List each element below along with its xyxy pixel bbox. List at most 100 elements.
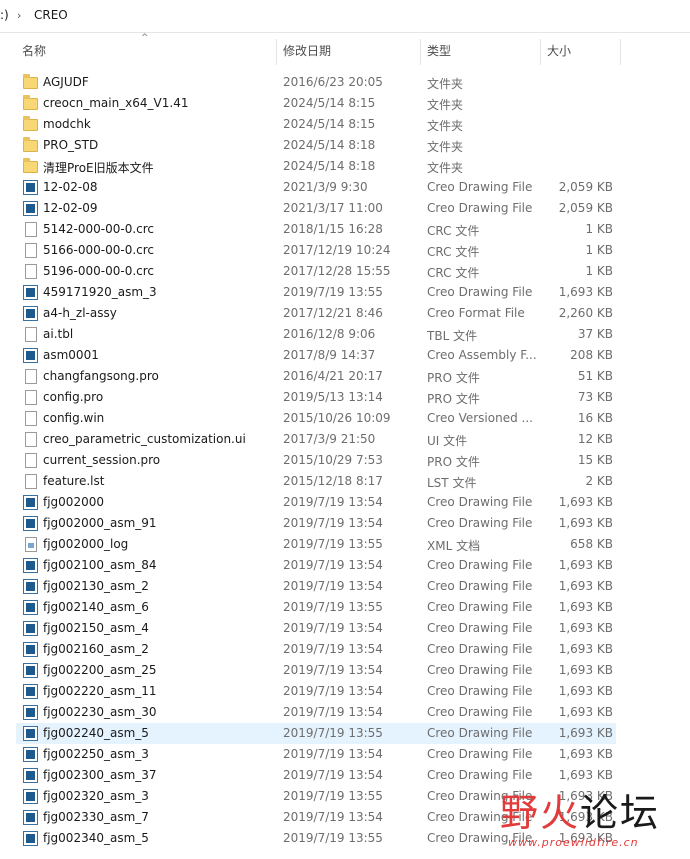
file-row[interactable]: fjg002250_asm_3 2019/7/19 13:54 Creo Drawi… [16,744,616,765]
file-type: 文件夹 [427,77,464,91]
file-row[interactable]: modchk 2024/5/14 8:15 文件夹 [16,114,616,135]
file-size: 1 KB [585,264,613,278]
file-size: 1,693 KB [558,747,613,761]
column-header-type[interactable]: 类型 [421,33,540,69]
file-row[interactable]: creocn_main_x64_V1.41 2024/5/14 8:15 文件夹 [16,93,616,114]
file-modified-date: 2016/6/23 20:05 [283,75,383,89]
file-row[interactable]: asm0001 2017/8/9 14:37 Creo Assembly F... 2… [16,345,616,366]
file-row[interactable]: fjg002200_asm_25 2019/7/19 13:54 Creo Draw… [16,660,616,681]
folder-icon [23,95,38,110]
column-divider[interactable] [620,39,621,65]
file-name: fjg002000 [43,495,104,509]
file-modified-date: 2021/3/9 9:30 [283,180,368,194]
file-row[interactable]: 清理ProE旧版本文件 2024/5/14 8:18 文件夹 [16,156,616,177]
file-modified-date: 2015/12/18 8:17 [283,474,383,488]
file-name: fjg002340_asm_5 [43,831,149,845]
file-size: 1,693 KB [558,516,613,530]
file-row[interactable]: 5166-000-00-0.crc 2017/12/19 10:24 CRC 文件 1… [16,240,616,261]
file-row[interactable]: fjg002100_asm_84 2019/7/19 13:54 Creo Draw… [16,555,616,576]
watermark-brand-dark: 论坛 [580,791,661,835]
xml-icon [25,537,37,552]
file-row[interactable]: feature.lst 2015/12/18 8:17 LST 文件 2 KB [16,471,616,492]
file-modified-date: 2019/7/19 13:54 [283,495,383,509]
file-modified-date: 2017/3/9 21:50 [283,432,376,446]
column-header-date[interactable]: 修改日期 [277,33,420,69]
file-row[interactable]: 12-02-09 2021/3/17 11:00 Creo Drawing File… [16,198,616,219]
file-row[interactable]: fjg002150_asm_4 2019/7/19 13:54 Creo Drawi… [16,618,616,639]
file-row[interactable]: config.win 2015/10/26 10:09 Creo Versioned… [16,408,616,429]
file-row[interactable]: 459171920_asm_3 2019/7/19 13:55 Creo Drawi… [16,282,616,303]
file-name: fjg002140_asm_6 [43,600,149,614]
file-name: a4-h_zl-assy [43,306,117,320]
file-modified-date: 2019/7/19 13:54 [283,621,383,635]
file-size: 1,693 KB [558,285,613,299]
file-name: 12-02-08 [43,180,98,194]
drawing-icon [23,579,38,594]
column-header-size[interactable]: 大小 [541,33,620,69]
file-row[interactable]: fjg002160_asm_2 2019/7/19 13:54 Creo Drawi… [16,639,616,660]
file-modified-date: 2019/7/19 13:55 [283,789,383,803]
file-name: 459171920_asm_3 [43,285,157,299]
file-row[interactable]: fjg002000_asm_91 2019/7/19 13:54 Creo Draw… [16,513,616,534]
column-header-row: 名称 修改日期 类型 大小 [0,33,690,69]
file-modified-date: 2016/12/8 9:06 [283,327,376,341]
document-icon [25,369,37,384]
drawing-icon [23,621,38,636]
file-row[interactable]: fjg002240_asm_5 2019/7/19 13:55 Creo Drawi… [16,723,616,744]
breadcrumb-root[interactable]: :) [0,8,9,22]
file-modified-date: 2015/10/29 7:53 [283,453,383,467]
file-row[interactable]: fjg002000 2019/7/19 13:54 Creo Drawing Fil… [16,492,616,513]
file-row[interactable]: config.pro 2019/5/13 13:14 PRO 文件 73 KB [16,387,616,408]
file-row[interactable]: fjg002220_asm_11 2019/7/19 13:54 Creo Draw… [16,681,616,702]
file-name: fjg002240_asm_5 [43,726,149,740]
file-type: Creo Drawing File [427,663,533,677]
file-row[interactable]: current_session.pro 2015/10/29 7:53 PRO 文件… [16,450,616,471]
file-type: CRC 文件 [427,224,480,238]
file-row[interactable]: fjg002230_asm_30 2019/7/19 13:54 Creo Draw… [16,702,616,723]
file-row[interactable]: AGJUDF 2016/6/23 20:05 文件夹 [16,72,616,93]
file-type: Creo Assembly F... [427,348,537,362]
drawing-icon [23,831,38,846]
file-modified-date: 2024/5/14 8:15 [283,96,376,110]
file-size: 1,693 KB [558,579,613,593]
file-type: CRC 文件 [427,245,480,259]
file-modified-date: 2019/7/19 13:54 [283,768,383,782]
file-row[interactable]: 5142-000-00-0.crc 2018/1/15 16:28 CRC 文件 1 … [16,219,616,240]
file-size: 658 KB [570,537,613,551]
file-row[interactable]: 5196-000-00-0.crc 2017/12/28 15:55 CRC 文件 1… [16,261,616,282]
drawing-icon [23,600,38,615]
file-size: 1 KB [585,243,613,257]
breadcrumb-current-folder[interactable]: CREO [34,8,68,22]
file-type: UI 文件 [427,434,468,448]
file-row[interactable]: fjg002000_log 2019/7/19 13:55 XML 文档 658 KB [16,534,616,555]
file-name: config.win [43,411,105,425]
watermark-brand-red: 野火 [500,791,581,835]
file-type: Creo Drawing File [427,747,533,761]
file-name: 12-02-09 [43,201,98,215]
file-modified-date: 2017/8/9 14:37 [283,348,376,362]
file-type: 文件夹 [427,161,464,175]
file-row[interactable]: fjg002130_asm_2 2019/7/19 13:54 Creo Drawi… [16,576,616,597]
file-row[interactable]: 12-02-08 2021/3/9 9:30 Creo Drawing File 2,… [16,177,616,198]
file-modified-date: 2019/7/19 13:55 [283,537,383,551]
file-size: 2,059 KB [558,201,613,215]
file-row[interactable]: ai.tbl 2016/12/8 9:06 TBL 文件 37 KB [16,324,616,345]
breadcrumb-separator-icon[interactable]: › [17,9,21,22]
file-modified-date: 2017/12/19 10:24 [283,243,391,257]
file-name: fjg002000_asm_91 [43,516,157,530]
file-modified-date: 2019/7/19 13:54 [283,516,383,530]
file-modified-date: 2018/1/15 16:28 [283,222,383,236]
file-type: CRC 文件 [427,266,480,280]
file-row[interactable]: a4-h_zl-assy 2017/12/21 8:46 Creo Format F… [16,303,616,324]
file-row[interactable]: creo_parametric_customization.ui 2017/3/9… [16,429,616,450]
file-row[interactable]: fjg002140_asm_6 2019/7/19 13:55 Creo Drawi… [16,597,616,618]
file-size: 12 KB [577,432,613,446]
file-size: 1,693 KB [558,642,613,656]
file-row[interactable]: changfangsong.pro 2016/4/21 20:17 PRO 文件 51… [16,366,616,387]
file-type: Creo Drawing File [427,726,533,740]
file-type: Creo Drawing File [427,768,533,782]
file-row[interactable]: PRO_STD 2024/5/14 8:18 文件夹 [16,135,616,156]
address-bar[interactable]: :) › CREO [0,0,690,33]
drawing-icon [23,285,38,300]
file-name: config.pro [43,390,104,404]
